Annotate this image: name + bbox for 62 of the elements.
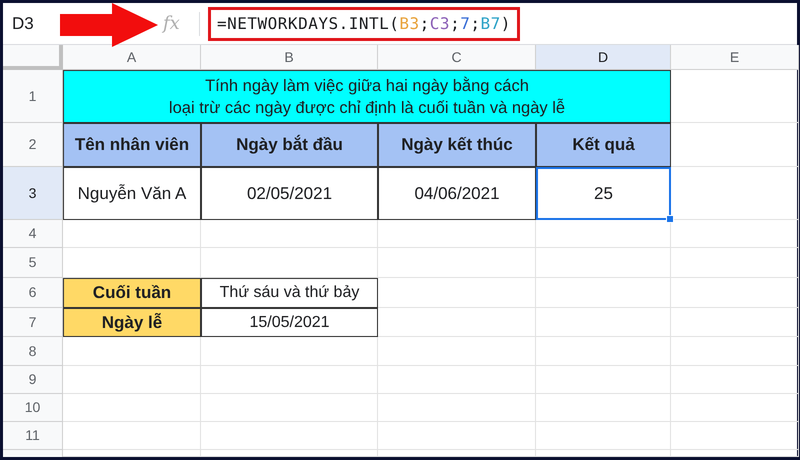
empty-cell[interactable] xyxy=(671,337,799,366)
formula-field[interactable]: =NETWORKDAYS.INTL(B3;C3;7;B7) xyxy=(208,6,520,40)
function-icon: fx xyxy=(163,10,193,37)
empty-cell[interactable] xyxy=(378,248,536,278)
row-header[interactable]: 5 xyxy=(3,248,63,278)
empty-cell[interactable] xyxy=(378,422,536,450)
table-cell[interactable]: 02/05/2021 xyxy=(201,167,378,220)
row-header[interactable]: 6 xyxy=(3,278,63,308)
select-all-corner[interactable] xyxy=(3,45,63,70)
header-cell: Ngày bắt đầu xyxy=(201,123,378,167)
column-header[interactable]: D xyxy=(536,45,671,70)
empty-cell[interactable] xyxy=(378,450,536,457)
empty-cell[interactable] xyxy=(201,450,378,457)
empty-cell[interactable] xyxy=(201,366,378,394)
empty-cell[interactable] xyxy=(201,422,378,450)
fill-handle[interactable] xyxy=(666,215,674,223)
empty-cell[interactable] xyxy=(671,366,799,394)
empty-cell[interactable] xyxy=(671,422,799,450)
label-cell: Ngày lễ xyxy=(63,308,201,337)
row-header[interactable]: 10 xyxy=(3,394,63,422)
empty-cell[interactable] xyxy=(536,278,671,308)
row-header[interactable]: 1 xyxy=(3,70,63,123)
column-header[interactable]: A xyxy=(63,45,201,70)
header-cell: Ngày kết thúc xyxy=(378,123,536,167)
header-cell: Tên nhân viên xyxy=(63,123,201,167)
row-header[interactable]: 2 xyxy=(3,123,63,167)
row-header[interactable]: 11 xyxy=(3,422,63,450)
column-header[interactable]: C xyxy=(378,45,536,70)
table-cell[interactable]: 25 xyxy=(536,167,671,220)
row-header[interactable]: 3 xyxy=(3,167,63,220)
name-box[interactable]: D3 xyxy=(12,14,34,32)
value-cell: 15/05/2021 xyxy=(201,308,378,337)
empty-cell[interactable] xyxy=(671,394,799,422)
empty-cell[interactable] xyxy=(536,450,671,457)
row-header[interactable]: 8 xyxy=(3,337,63,366)
table-cell[interactable]: 04/06/2021 xyxy=(378,167,536,220)
empty-cell[interactable] xyxy=(378,366,536,394)
value-cell: Thứ sáu và thứ bảy xyxy=(201,278,378,308)
row-header[interactable]: 4 xyxy=(3,220,63,248)
empty-cell[interactable] xyxy=(671,450,799,457)
empty-cell[interactable] xyxy=(536,337,671,366)
empty-cell[interactable] xyxy=(536,394,671,422)
empty-cell[interactable] xyxy=(201,394,378,422)
empty-cell[interactable] xyxy=(536,422,671,450)
empty-cell[interactable] xyxy=(671,248,799,278)
title-text: Tính ngày làm việc giữa hai ngày bằng cách loại trừ các ngày được chỉ định là cuối tuần và ngày lễ xyxy=(168,76,566,118)
row-header[interactable]: 7 xyxy=(3,308,63,337)
label-cell: Cuối tuần xyxy=(63,278,201,308)
empty-cell[interactable] xyxy=(536,308,671,337)
empty-cell[interactable] xyxy=(378,337,536,366)
column-header[interactable]: E xyxy=(671,45,799,70)
row-header[interactable] xyxy=(3,450,63,457)
header-cell: Kết quả xyxy=(536,123,671,167)
empty-cell[interactable] xyxy=(536,248,671,278)
table-cell[interactable]: Nguyễn Văn A xyxy=(63,167,201,220)
empty-cell[interactable] xyxy=(378,394,536,422)
row-header[interactable]: 9 xyxy=(3,366,63,394)
empty-cell[interactable] xyxy=(671,278,799,308)
empty-cell[interactable] xyxy=(536,366,671,394)
column-header[interactable]: B xyxy=(201,45,378,70)
empty-cell[interactable] xyxy=(671,220,799,248)
empty-cell[interactable] xyxy=(671,308,799,337)
